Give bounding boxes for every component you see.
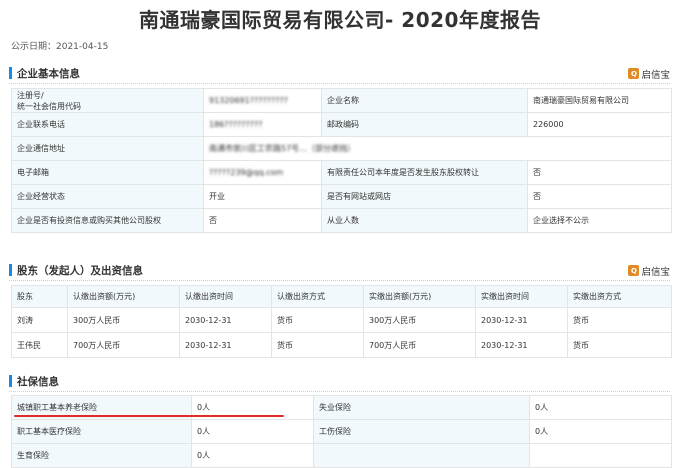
field-label: 企业通信地址 [11, 136, 204, 161]
table-cell: 700万人民币 [363, 332, 476, 358]
field-label: 企业联系电话 [11, 112, 204, 137]
shareholder-table: 股东 认缴出资额(万元) 认缴出资时间 认缴出资方式 实缴出资额(万元) 实缴出… [11, 285, 672, 358]
field-label: 工伤保险 [313, 419, 530, 444]
field-value: ?????239@qq.com [203, 160, 322, 185]
field-value: 南通市崇川区工农路57号…（部分遮挡） [203, 136, 672, 161]
table-cell: 2030-12-31 [475, 332, 568, 358]
field-value: 0人 [529, 419, 672, 444]
table-cell: 2030-12-31 [179, 332, 272, 358]
social-insurance-table: 城镇职工基本养老保险 0人 失业保险 0人 职工基本医疗保险 0人 工伤保险 0… [11, 395, 672, 468]
table-cell: 货币 [567, 307, 672, 333]
field-value: 91320691????????? [203, 88, 322, 113]
field-value: 0人 [529, 395, 672, 420]
field-label: 失业保险 [313, 395, 530, 420]
table-cell: 300万人民币 [67, 307, 180, 333]
qixinbao-label: 启信宝 [641, 69, 670, 81]
section-title: 股东（发起人）及出资信息 [17, 265, 143, 277]
field-value: 企业选择不公示 [527, 208, 672, 233]
field-label: 企业是否有投资信息或购买其他公司股权 [11, 208, 204, 233]
table-cell: 700万人民币 [67, 332, 180, 358]
field-value: 否 [203, 208, 322, 233]
section-divider [9, 83, 670, 84]
qixinbao-label: 启信宝 [641, 266, 670, 278]
table-cell: 刘涛 [11, 307, 68, 333]
section-accent-bar [9, 375, 12, 387]
section-divider [9, 391, 670, 392]
section-header-basic: 企业基本信息 Q 启信宝 [9, 64, 670, 82]
table-header-row: 股东 认缴出资额(万元) 认缴出资时间 认缴出资方式 实缴出资额(万元) 实缴出… [11, 285, 672, 308]
field-label [313, 443, 530, 468]
field-value: 南通瑞豪国际贸易有限公司 [527, 88, 672, 113]
field-label: 职工基本医疗保险 [11, 419, 192, 444]
table-row: 职工基本医疗保险 0人 工伤保险 0人 [11, 419, 672, 444]
column-header: 实缴出资时间 [475, 285, 568, 308]
field-value: 0人 [191, 443, 314, 468]
table-cell: 王伟民 [11, 332, 68, 358]
table-cell: 货币 [271, 332, 364, 358]
qixinbao-link[interactable]: Q 启信宝 [628, 263, 670, 278]
column-header: 股东 [11, 285, 68, 308]
basic-info-table: 注册号/ 统一社会信用代码 91320691????????? 企业名称 南通瑞… [11, 88, 672, 233]
report-title: 南通瑞豪国际贸易有限公司- 2020年度报告 [139, 8, 541, 32]
table-cell: 2030-12-31 [179, 307, 272, 333]
field-label: 企业名称 [321, 88, 528, 113]
field-value [529, 443, 672, 468]
field-label: 注册号/ 统一社会信用代码 [11, 88, 204, 113]
field-value: 开业 [203, 184, 322, 209]
field-label: 电子邮箱 [11, 160, 204, 185]
column-header: 实缴出资额(万元) [363, 285, 476, 308]
table-row: 企业经营状态 开业 是否有网站或网店 否 [11, 184, 672, 209]
field-label: 从业人数 [321, 208, 528, 233]
qixinbao-logo-icon: Q [628, 68, 640, 79]
table-cell: 货币 [271, 307, 364, 333]
field-value: 否 [527, 160, 672, 185]
column-header: 认缴出资时间 [179, 285, 272, 308]
table-row: 王伟民 700万人民币 2030-12-31 货币 700万人民币 2030-1… [11, 332, 672, 358]
qixinbao-link[interactable]: Q 启信宝 [628, 66, 670, 81]
red-underline-annotation [14, 415, 284, 417]
column-header: 实缴出资方式 [567, 285, 672, 308]
column-header: 认缴出资方式 [271, 285, 364, 308]
table-cell: 货币 [567, 332, 672, 358]
table-row: 生育保险 0人 [11, 443, 672, 468]
table-row: 企业联系电话 186????????? 邮政编码 226000 [11, 112, 672, 137]
section-divider [9, 280, 670, 281]
qixinbao-logo-icon: Q [628, 265, 640, 276]
table-row: 企业是否有投资信息或购买其他公司股权 否 从业人数 企业选择不公示 [11, 208, 672, 233]
field-value: 否 [527, 184, 672, 209]
field-label: 有限责任公司本年度是否发生股东股权转让 [321, 160, 528, 185]
field-label: 生育保险 [11, 443, 192, 468]
table-cell: 300万人民币 [363, 307, 476, 333]
section-accent-bar [9, 264, 12, 276]
field-value: 0人 [191, 419, 314, 444]
section-title: 社保信息 [17, 376, 59, 388]
column-header: 认缴出资额(万元) [67, 285, 180, 308]
field-value: 186????????? [203, 112, 322, 137]
section-header-social: 社保信息 [9, 372, 670, 390]
table-row: 企业通信地址 南通市崇川区工农路57号…（部分遮挡） [11, 136, 672, 161]
table-row: 电子邮箱 ?????239@qq.com 有限责任公司本年度是否发生股东股权转让… [11, 160, 672, 185]
field-label: 企业经营状态 [11, 184, 204, 209]
section-title: 企业基本信息 [17, 68, 80, 80]
section-accent-bar [9, 67, 12, 79]
section-header-shareholders: 股东（发起人）及出资信息 Q 启信宝 [9, 261, 670, 279]
table-row: 注册号/ 统一社会信用代码 91320691????????? 企业名称 南通瑞… [11, 88, 672, 113]
publish-date: 公示日期：2021-04-15 [11, 42, 109, 52]
table-row: 刘涛 300万人民币 2030-12-31 货币 300万人民币 2030-12… [11, 307, 672, 333]
field-label: 邮政编码 [321, 112, 528, 137]
field-label: 是否有网站或网店 [321, 184, 528, 209]
table-cell: 2030-12-31 [475, 307, 568, 333]
field-value: 226000 [527, 112, 672, 137]
